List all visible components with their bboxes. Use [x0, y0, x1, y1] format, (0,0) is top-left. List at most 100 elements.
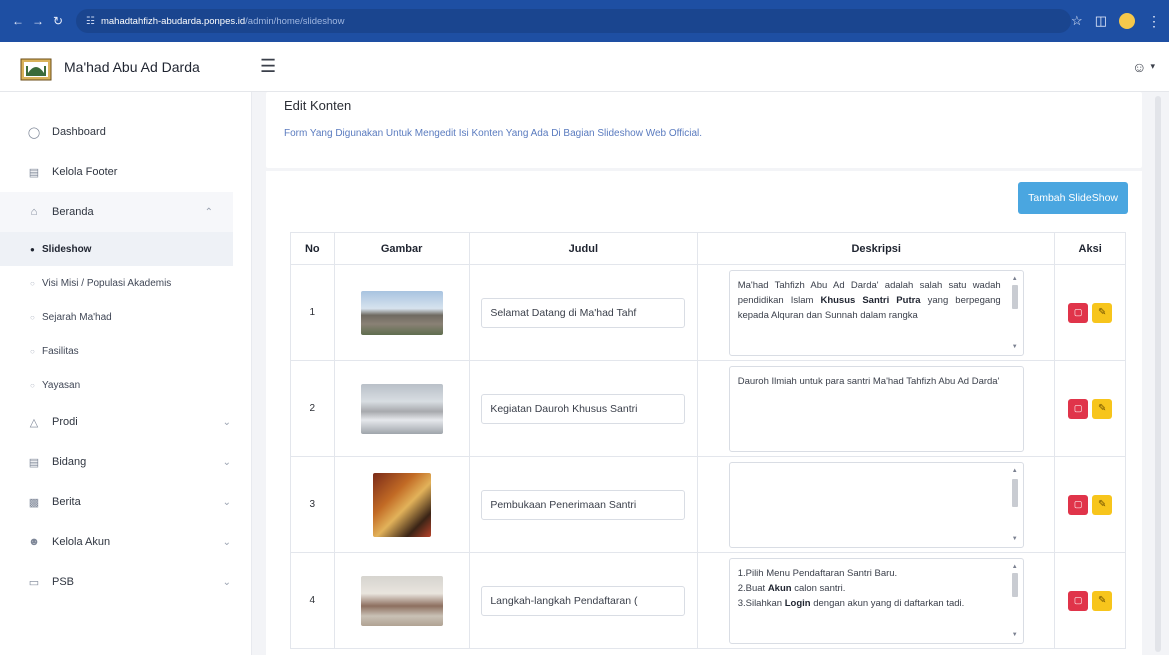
description-cell: Dauroh Ilmiah untuk para santri Ma'had T… [697, 360, 1056, 457]
brand-name: Ma'had Abu Ad Darda [64, 58, 200, 75]
delete-button[interactable]: ▢ [1068, 590, 1089, 611]
sidebar: ◯ Dashboard ▤ Kelola Footer ⌂ Beranda ⌃ … [0, 92, 252, 655]
hamburger-menu-icon[interactable]: ☰ [260, 56, 276, 77]
url-path: /admin/home/slideshow [245, 15, 345, 27]
page-scrollbar[interactable] [1147, 92, 1169, 655]
bookmark-star-icon[interactable]: ☆ [1071, 13, 1083, 29]
delete-button[interactable]: ▢ [1068, 494, 1089, 515]
slide-thumbnail[interactable] [360, 575, 443, 626]
app-header: Ma'had Abu Ad Darda ☰ ☺ ▾ [0, 42, 1169, 92]
browser-profile-icon[interactable] [1119, 13, 1135, 29]
slide-thumbnail[interactable] [360, 290, 443, 335]
pencil-icon: ✎ [1097, 499, 1107, 510]
title-input[interactable]: Selamat Datang di Ma'had Tahf [481, 297, 686, 328]
description-bold-text: Akun [767, 582, 792, 594]
folder-icon: ▭ [28, 576, 40, 589]
scroll-thumb[interactable] [1011, 284, 1018, 309]
table-icon: ▤ [28, 456, 40, 469]
sidebar-subitem-fasilitas[interactable]: ○ Fasilitas [0, 334, 251, 368]
back-icon[interactable]: ← [8, 11, 28, 31]
description-text: calon santri. [791, 582, 846, 594]
scroll-down-icon[interactable]: ▼ [1010, 631, 1020, 639]
home-icon: ⌂ [30, 206, 38, 218]
title-input[interactable]: Kegiatan Dauroh Khusus Santri [481, 393, 686, 424]
scroll-thumb[interactable] [1011, 572, 1018, 597]
description-textarea[interactable]: Ma'had Tahfizh Abu Ad Darda' adalah sala… [728, 269, 1024, 356]
browser-menu-icon[interactable]: ⋮ [1147, 13, 1161, 30]
extensions-icon[interactable]: ◫ [1095, 13, 1107, 29]
sidebar-subitem-slideshow[interactable]: ● Slideshow [0, 232, 233, 266]
sidebar-item-beranda[interactable]: ⌂ Beranda ⌃ [0, 192, 233, 232]
description-text: 1.Pilih Menu Pendaftaran Santri Baru. [737, 567, 898, 579]
sidebar-subitem-sejarah[interactable]: ○ Sejarah Ma'had [0, 300, 251, 334]
page-header-card: Edit Konten Form Yang Digunakan Untuk Me… [266, 92, 1142, 168]
description-textarea[interactable]: Dauroh Ilmiah untuk para santri Ma'had T… [728, 365, 1024, 452]
chevron-down-icon: ⌄ [222, 536, 231, 548]
actions-cell: ▢ ✎ [1054, 360, 1126, 457]
sidebar-subitem-visi-misi[interactable]: ○ Visi Misi / Populasi Akademis [0, 266, 251, 300]
sidebar-item-berita[interactable]: ▩ Berita ⌄ [0, 482, 251, 522]
scroll-up-icon[interactable]: ▲ [1010, 563, 1020, 571]
sidebar-item-bidang[interactable]: ▤ Bidang ⌄ [0, 442, 251, 482]
delete-button[interactable]: ▢ [1068, 398, 1089, 419]
table-header-row: No Gambar Judul Deskripsi Aksi [290, 232, 1126, 265]
forward-icon[interactable]: → [28, 11, 48, 31]
browser-toolbar: ← → ↻ ☷ mahadtahfizh-abudarda.ponpes.id /… [0, 0, 1169, 42]
slideshow-table: No Gambar Judul Deskripsi Aksi 1 Selamat… [290, 232, 1126, 649]
chevron-down-icon: ⌄ [222, 416, 231, 428]
site-settings-icon[interactable]: ☷ [86, 16, 95, 27]
sidebar-item-psb[interactable]: ▭ PSB ⌄ [0, 562, 251, 602]
column-header-gambar: Gambar [333, 232, 470, 265]
bullet-icon: ● [30, 244, 35, 254]
textarea-scrollbar[interactable]: ▲ ▼ [1010, 275, 1020, 351]
description-textarea[interactable]: ▲ ▼ [728, 461, 1024, 548]
sidebar-item-kelola-akun[interactable]: ☻ Kelola Akun ⌄ [0, 522, 251, 562]
pencil-icon: ✎ [1097, 403, 1107, 414]
row-number: 3 [290, 456, 335, 553]
scroll-down-icon[interactable]: ▼ [1010, 343, 1020, 351]
main-content: Edit Konten Form Yang Digunakan Untuk Me… [252, 92, 1147, 655]
mosque-logo-icon [20, 53, 52, 81]
sidebar-item-dashboard[interactable]: ◯ Dashboard [0, 112, 251, 152]
table-row: 3 Pembukaan Penerimaan Santri ▲ ▼ ▢ ✎ [290, 456, 1126, 553]
content-card: Tambah SlideShow No Gambar Judul Deskrip… [266, 171, 1142, 655]
column-header-aksi: Aksi [1054, 232, 1126, 265]
row-number: 4 [290, 552, 335, 649]
sidebar-subitem-label: Visi Misi / Populasi Akademis [42, 277, 172, 289]
title-input[interactable]: Pembukaan Penerimaan Santri [481, 489, 686, 520]
table-row: 2 Kegiatan Dauroh Khusus Santri Dauroh I… [290, 360, 1126, 457]
edit-button[interactable]: ✎ [1092, 398, 1113, 419]
bullet-icon: ○ [30, 346, 35, 356]
sidebar-item-label: Prodi [52, 416, 78, 428]
brand[interactable]: Ma'had Abu Ad Darda [0, 53, 234, 81]
sidebar-subitem-yayasan[interactable]: ○ Yayasan [0, 368, 251, 402]
description-textarea[interactable]: 1.Pilih Menu Pendaftaran Santri Baru. 2.… [728, 557, 1024, 644]
scroll-down-icon[interactable]: ▼ [1010, 535, 1020, 543]
scroll-up-icon[interactable]: ▲ [1010, 467, 1020, 475]
description-cell: 1.Pilih Menu Pendaftaran Santri Baru. 2.… [697, 552, 1056, 649]
textarea-scrollbar[interactable]: ▲ ▼ [1010, 467, 1020, 543]
scroll-thumb[interactable] [1011, 478, 1018, 507]
sidebar-item-label: PSB [52, 576, 75, 588]
description-text: dengan akun yang di daftarkan tadi. [810, 597, 965, 609]
pencil-icon: ✎ [1097, 595, 1107, 606]
scroll-up-icon[interactable]: ▲ [1010, 275, 1020, 283]
slide-thumbnail[interactable] [372, 472, 431, 537]
user-menu[interactable]: ☺ ▾ [1132, 59, 1155, 75]
reload-icon[interactable]: ↻ [48, 11, 68, 31]
add-slideshow-button[interactable]: Tambah SlideShow [1018, 182, 1128, 214]
delete-button[interactable]: ▢ [1068, 302, 1089, 323]
edit-button[interactable]: ✎ [1092, 302, 1113, 323]
sidebar-item-label: Bidang [52, 456, 87, 468]
title-input[interactable]: Langkah-langkah Pendaftaran ( [481, 585, 686, 616]
sidebar-item-kelola-footer[interactable]: ▤ Kelola Footer [0, 152, 251, 192]
edit-button[interactable]: ✎ [1092, 590, 1113, 611]
textarea-scrollbar[interactable]: ▲ ▼ [1010, 563, 1020, 639]
page-scroll-thumb[interactable] [1155, 96, 1161, 652]
sidebar-item-prodi[interactable]: △ Prodi ⌄ [0, 402, 251, 442]
edit-button[interactable]: ✎ [1092, 494, 1113, 515]
chevron-up-icon: ⌃ [204, 206, 213, 218]
slide-thumbnail[interactable] [360, 383, 443, 434]
chevron-down-icon: ▾ [1150, 61, 1155, 71]
address-bar[interactable]: ☷ mahadtahfizh-abudarda.ponpes.id/admin/… [76, 9, 1072, 33]
